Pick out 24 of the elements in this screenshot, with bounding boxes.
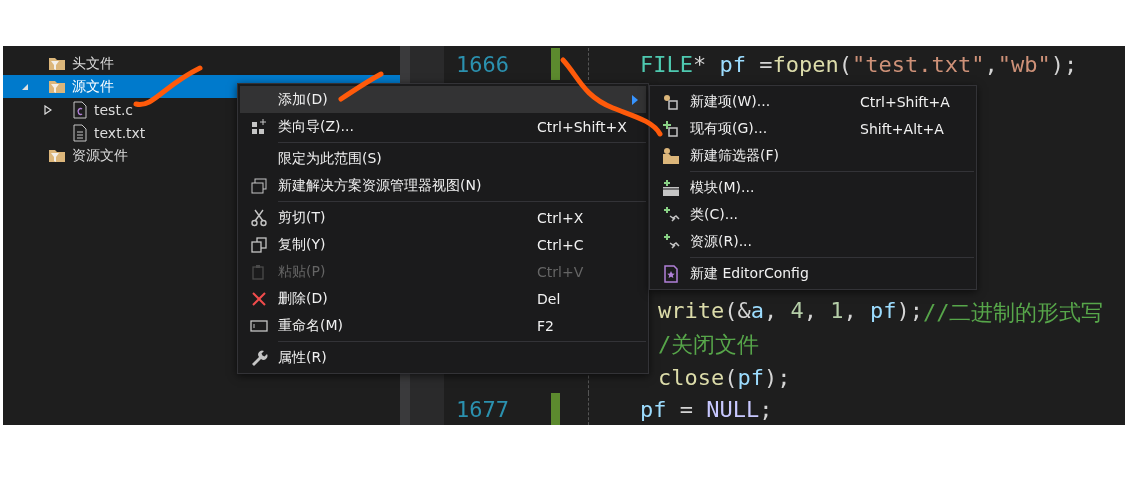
menu-item[interactable]: 新建项(W)... Ctrl+Shift+A bbox=[652, 88, 974, 115]
code-line: pf = NULL; bbox=[640, 396, 773, 422]
menu-item[interactable]: 新建 EditorConfig bbox=[652, 260, 974, 287]
menu-item[interactable]: 资源(R)... bbox=[652, 228, 974, 255]
menu-item[interactable]: 类(C)... bbox=[652, 201, 974, 228]
menu-item[interactable]: 模块(M)... bbox=[652, 174, 974, 201]
line-number: 1666 bbox=[455, 51, 509, 77]
menu-item[interactable]: 现有项(G)... Shift+Alt+A bbox=[652, 115, 974, 142]
menu-item[interactable]: 属性(R) bbox=[240, 344, 646, 371]
tree-item[interactable]: 头文件 bbox=[3, 52, 400, 75]
menu-item[interactable]: 复制(Y) Ctrl+C bbox=[240, 231, 646, 258]
code-line: /关闭文件 bbox=[657, 331, 760, 359]
menu-item[interactable]: 新建解决方案资源管理器视图(N) bbox=[240, 172, 646, 199]
menu-item[interactable]: 重命名(M) F2 bbox=[240, 312, 646, 339]
code-line: close(pf); bbox=[657, 364, 791, 390]
menu-item[interactable]: 删除(D) Del bbox=[240, 285, 646, 312]
line-number: 1677 bbox=[455, 396, 509, 422]
code-line: write(&a, 4, 1, pf);//二进制的形式写 bbox=[657, 298, 1104, 327]
menu-item[interactable]: 类向导(Z)... Ctrl+Shift+X bbox=[240, 113, 646, 140]
menu-item[interactable]: 限定为此范围(S) bbox=[240, 145, 646, 172]
menu-item[interactable]: 新建筛选器(F) bbox=[652, 142, 974, 169]
menu-item[interactable]: 添加(D) bbox=[240, 86, 646, 113]
code-line: FILE* pf =fopen("test.txt","wb"); bbox=[640, 51, 1078, 77]
menu-item[interactable]: 剪切(T) Ctrl+X bbox=[240, 204, 646, 231]
